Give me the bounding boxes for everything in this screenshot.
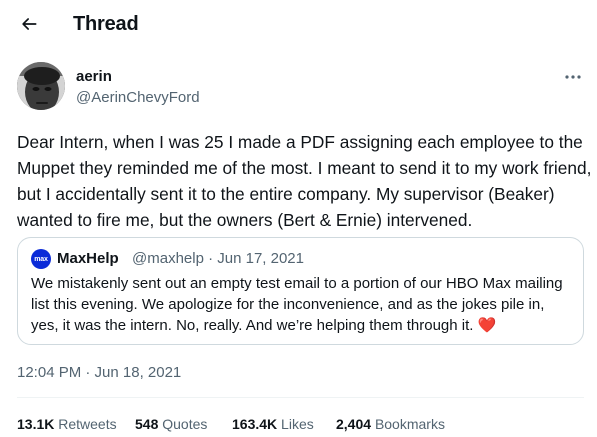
stat-likes[interactable]: 163.4K Likes [232,416,314,432]
stat-quotes-label: Quotes [162,416,208,432]
stat-retweets[interactable]: 13.1K Retweets [17,416,117,432]
tweet-text: Dear Intern, when I was 25 I made a PDF … [17,132,592,230]
stat-likes-label: Likes [281,416,314,432]
stat-likes-count: 163.4K [232,416,278,432]
quote-author-name: MaxHelp [57,250,119,267]
tweet-timestamp[interactable]: 12:04 PM · Jun 18, 2021 [17,364,181,381]
quote-author-meta: @maxhelp · Jun 17, 2021 [132,250,304,267]
quote-avatar[interactable]: max [31,249,51,269]
stat-bookmarks[interactable]: 2,404 Bookmarks [336,416,445,432]
page-title: Thread [73,13,139,35]
author-avatar[interactable] [17,62,65,110]
arrow-left-icon [19,14,39,39]
stat-quotes[interactable]: 548 Quotes [135,416,207,432]
quote-text: We mistakenly sent out an empty test ema… [31,273,576,336]
stat-quotes-count: 548 [135,416,159,432]
stat-retweets-count: 13.1K [17,416,55,432]
hbo-max-logo: max [34,255,48,263]
quoted-tweet[interactable]: max MaxHelp @maxhelp · Jun 17, 2021 We m… [17,237,584,345]
back-button[interactable] [13,10,45,42]
author-handle[interactable]: @AerinChevyFord [76,89,200,106]
more-horizontal-icon [564,67,582,85]
stat-bookmarks-count: 2,404 [336,416,372,432]
divider [17,397,584,398]
stat-bookmarks-label: Bookmarks [374,416,445,432]
thread-header: Thread [0,0,597,52]
stat-retweets-label: Retweets [58,416,117,432]
author-name[interactable]: aerin [76,68,112,85]
more-button[interactable] [562,66,584,86]
thread-page: Thread aerin @AerinChevyFord Dear Intern… [0,0,597,437]
heart-emoji: ❤️ [477,317,497,334]
